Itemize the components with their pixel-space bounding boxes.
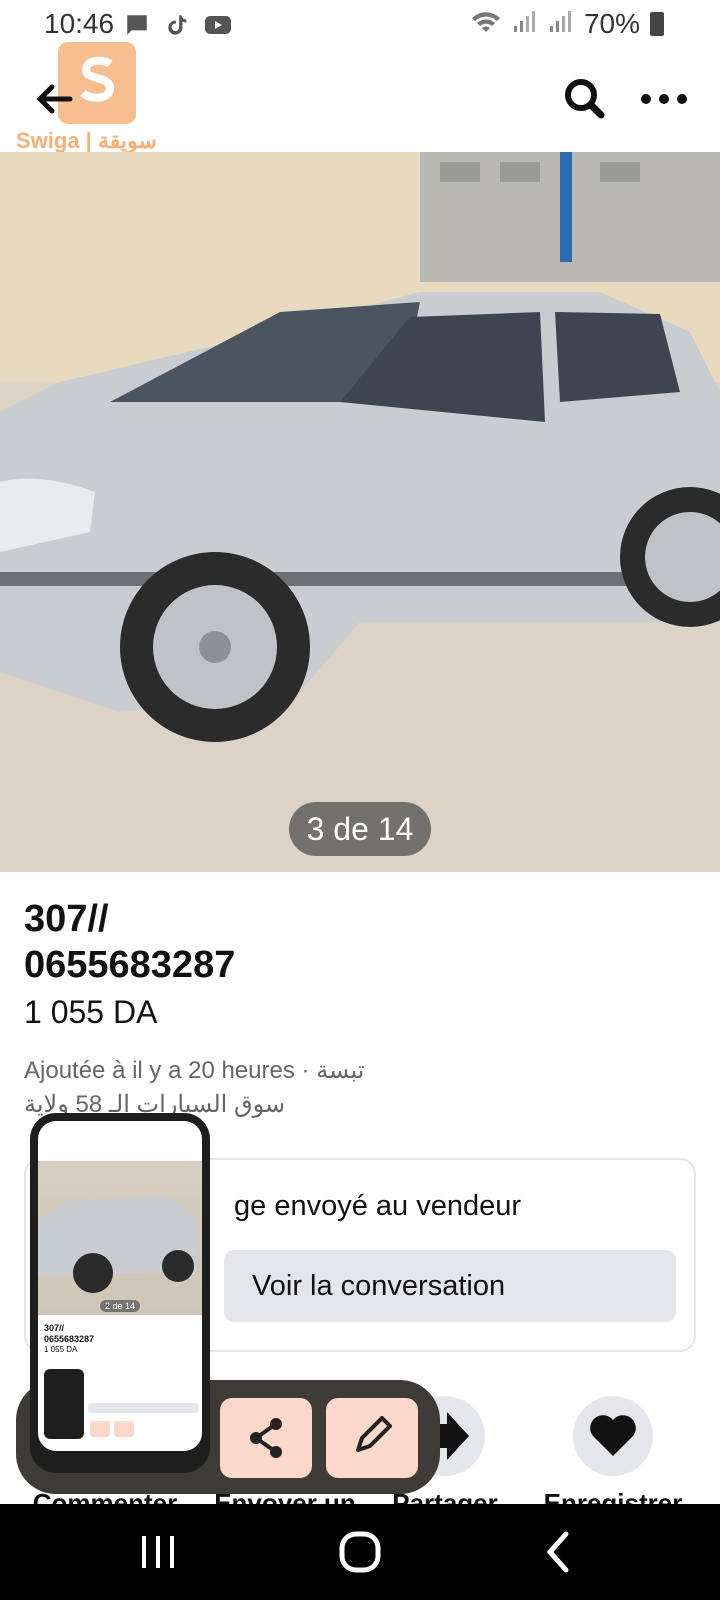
photo-counter: 3 de 14 (289, 802, 431, 856)
car-photo-illustration (0, 152, 720, 872)
pencil-icon (356, 1416, 392, 1452)
battery-level: 70% (583, 8, 640, 39)
app-header: Swiga | سويقة (0, 42, 720, 153)
signal-icon-2 (548, 10, 574, 39)
heart-icon (573, 1396, 653, 1476)
thumbnail-phone: 0655683287 (44, 1334, 95, 1344)
share-screenshot-button[interactable] (220, 1398, 312, 1478)
recent-apps-button[interactable] (128, 1522, 188, 1582)
listing-price: 1 055 DA (24, 994, 158, 1030)
youtube-icon (204, 12, 231, 38)
back-button[interactable] (30, 74, 80, 124)
thumbnail-title: 307// (44, 1323, 65, 1333)
home-icon (339, 1531, 381, 1573)
more-icon (641, 94, 687, 104)
view-conversation-button[interactable]: Voir la conversation (224, 1250, 676, 1322)
edit-screenshot-button[interactable] (326, 1398, 418, 1478)
wifi-icon (470, 10, 502, 39)
share-icon (250, 1418, 282, 1458)
signal-icon (512, 10, 538, 39)
listing-photo[interactable] (0, 152, 720, 872)
system-nav-bar (0, 1504, 720, 1600)
arrow-left-icon (36, 84, 73, 114)
screenshot-thumbnail[interactable]: 2 de 14 307// 0655683287 1 055 DA (30, 1113, 210, 1473)
listing-meta-date-location: Ajoutée à il y a 20 heures · تبسة (24, 1057, 365, 1084)
message-sent-text: ge envoyé au vendeur (234, 1190, 521, 1222)
thumbnail-nested-preview (44, 1369, 84, 1439)
chevron-left-icon (546, 1531, 569, 1573)
search-button[interactable] (560, 74, 610, 124)
logo-text: Swiga | سويقة (16, 128, 157, 153)
back-nav-button[interactable] (530, 1522, 590, 1582)
save-action[interactable]: Enregistrer (528, 1392, 698, 1518)
listing-title: 307// 0655683287 (24, 898, 236, 986)
thumbnail-photo (38, 1161, 202, 1315)
home-button[interactable] (330, 1522, 390, 1582)
recent-apps-icon (142, 1536, 174, 1568)
thumbnail-price: 1 055 DA (44, 1345, 78, 1354)
more-options-button[interactable] (636, 74, 692, 124)
thumbnail-counter: 2 de 14 (99, 1300, 141, 1312)
search-icon (565, 79, 605, 119)
battery-icon (650, 12, 664, 36)
